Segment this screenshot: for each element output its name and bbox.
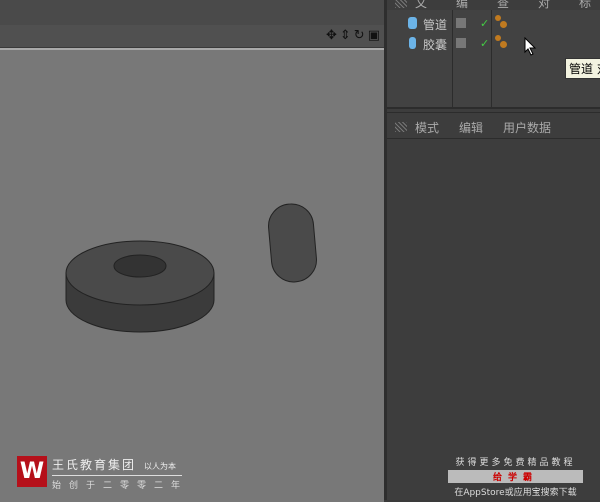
- brand-founded: 始创于二零零二年: [52, 481, 189, 491]
- menu-mode[interactable]: 模式: [415, 119, 439, 135]
- promo-watermark: 获得更多免费精品教程 给学霸 在AppStore或应用宝搜索下载: [448, 455, 583, 498]
- watermark-brand: 王氏教育集团 以人为本 始创于二零零二年: [52, 456, 188, 491]
- menu-edit[interactable]: 编辑: [456, 0, 477, 27]
- capsule-object[interactable]: [267, 202, 319, 284]
- menu-user-data[interactable]: 用户数据: [503, 119, 551, 135]
- torus-object[interactable]: [65, 240, 215, 333]
- tooltip: 管道 对: [565, 58, 600, 79]
- menu-tags[interactable]: 标签: [579, 0, 600, 27]
- object-row-capsule[interactable]: 胶囊 ✓: [387, 33, 600, 53]
- check-icon[interactable]: ✓: [480, 17, 489, 30]
- viewport-header: ✥ ⇕ ↻ ▣: [0, 25, 386, 48]
- layer-icon[interactable]: [456, 38, 466, 48]
- brand-slogan: 以人为本: [144, 462, 177, 471]
- promo-line1: 获得更多免费精品教程: [455, 458, 576, 468]
- grip-icon[interactable]: [395, 0, 407, 8]
- object-name: 胶囊: [423, 38, 448, 52]
- menu-view[interactable]: 查看: [497, 0, 518, 27]
- watermark-logo: W: [17, 456, 47, 487]
- promo-line2: 给学霸: [448, 470, 583, 483]
- move-icon[interactable]: ✥: [326, 28, 337, 43]
- menu-object[interactable]: 对象: [538, 0, 559, 27]
- tag-icon[interactable]: [495, 35, 501, 41]
- tube-icon: [408, 17, 417, 29]
- rotate-icon[interactable]: ↻: [354, 28, 365, 43]
- pan-down-icon[interactable]: ⇕: [340, 28, 351, 43]
- layer-icon[interactable]: [456, 18, 466, 28]
- promo-line3: 在AppStore或应用宝搜索下载: [454, 488, 577, 498]
- object-name: 管道: [423, 18, 448, 32]
- attribute-manager-menu: 模式 编辑 用户数据: [387, 119, 600, 135]
- capsule-icon: [409, 37, 416, 49]
- mouse-cursor-icon: [524, 37, 537, 56]
- viewport-top-bar: [0, 0, 386, 25]
- maximize-icon[interactable]: ▣: [368, 28, 380, 43]
- menu-file[interactable]: 文件: [415, 0, 436, 27]
- tag-icon[interactable]: [495, 15, 501, 21]
- brand-name: 王氏教育集团: [52, 458, 137, 472]
- object-manager-menu: 文件 编辑 查看 对象 标签: [387, 0, 600, 27]
- check-icon[interactable]: ✓: [480, 37, 489, 50]
- 3d-viewport[interactable]: [0, 48, 384, 502]
- object-row-tube[interactable]: 管道 ✓: [387, 13, 600, 33]
- grip-icon[interactable]: [395, 122, 407, 132]
- menu-edit[interactable]: 编辑: [459, 119, 483, 135]
